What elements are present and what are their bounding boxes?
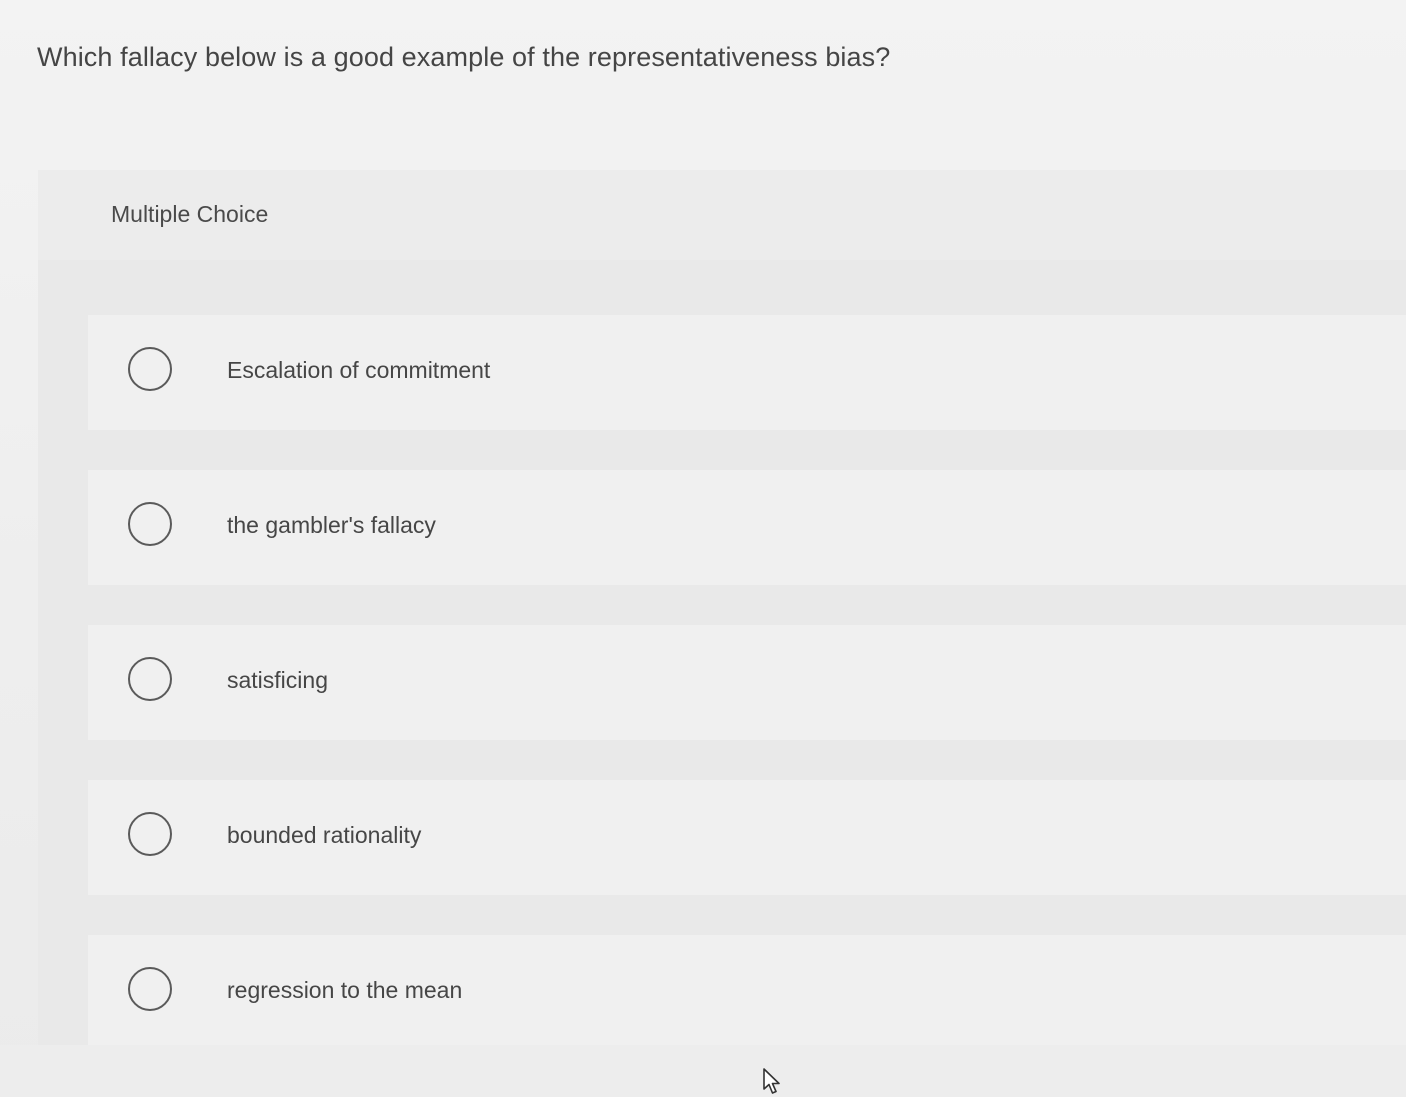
answer-option[interactable]: bounded rationality [88,780,1406,895]
answer-options-list: Escalation of commitment the gambler's f… [88,315,1406,1090]
multiple-choice-header: Multiple Choice [38,170,1406,260]
answer-option[interactable]: satisficing [88,625,1406,740]
radio-unchecked-icon[interactable] [128,347,172,391]
answer-option-label: regression to the mean [227,977,463,1003]
radio-unchecked-icon[interactable] [128,657,172,701]
answer-option-label: the gambler's fallacy [227,512,436,538]
answer-option[interactable]: Escalation of commitment [88,315,1406,430]
answer-option-label: Escalation of commitment [227,357,491,383]
answer-option[interactable]: regression to the mean [88,935,1406,1050]
mouse-pointer-icon [763,1068,780,1094]
radio-unchecked-icon[interactable] [128,967,172,1011]
multiple-choice-panel: Multiple Choice Escalation of commitment… [38,170,1406,1050]
answer-option-label: bounded rationality [227,822,422,848]
page-footer-strip [0,1045,1406,1097]
radio-unchecked-icon[interactable] [128,502,172,546]
question-text: Which fallacy below is a good example of… [37,42,891,72]
multiple-choice-label: Multiple Choice [111,201,269,227]
answer-option[interactable]: the gambler's fallacy [88,470,1406,585]
radio-unchecked-icon[interactable] [128,812,172,856]
answer-option-label: satisficing [227,667,328,693]
